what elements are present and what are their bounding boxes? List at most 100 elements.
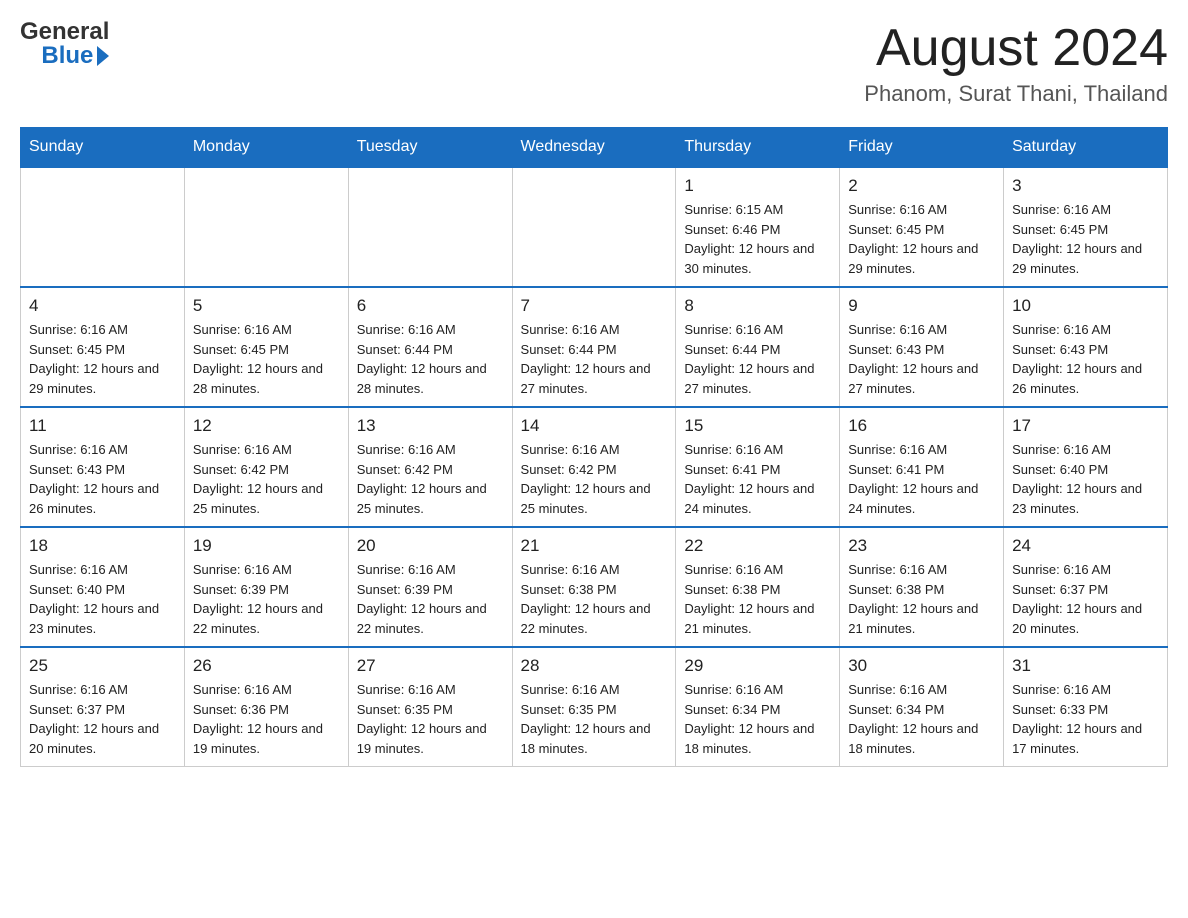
calendar-cell: 16 Sunrise: 6:16 AMSunset: 6:41 PMDayligh… [840, 407, 1004, 527]
weekday-header-row: SundayMondayTuesdayWednesdayThursdayFrid… [21, 128, 1168, 168]
calendar-cell: 3Sunrise: 6:16 AMSunset: 6:45 PMDaylight… [1004, 167, 1168, 287]
calendar-cell: 24 Sunrise: 6:16 AMSunset: 6:37 PMDayligh… [1004, 527, 1168, 647]
calendar-cell: 23 Sunrise: 6:16 AMSunset: 6:38 PMDayligh… [840, 527, 1004, 647]
calendar-cell: 12Sunrise: 6:16 AMSunset: 6:42 PMDayligh… [184, 407, 348, 527]
weekday-header: Friday [840, 128, 1004, 168]
calendar-cell: 21 Sunrise: 6:16 AMSunset: 6:38 PMDayligh… [512, 527, 676, 647]
day-info: Sunrise: 6:16 AMSunset: 6:45 PMDaylight:… [193, 320, 340, 398]
calendar-cell: 26Sunrise: 6:16 AMSunset: 6:36 PMDayligh… [184, 647, 348, 767]
logo-general: General [20, 20, 109, 44]
day-number: 18 [29, 536, 176, 556]
day-number: 21 [521, 536, 668, 556]
day-info: Sunrise: 6:16 AMSunset: 6:43 PMDaylight:… [1012, 320, 1159, 398]
calendar-cell: 2Sunrise: 6:16 AMSunset: 6:45 PMDaylight… [840, 167, 1004, 287]
title-block: August 2024 Phanom, Surat Thani, Thailan… [864, 20, 1168, 107]
calendar-cell: 11Sunrise: 6:16 AMSunset: 6:43 PMDayligh… [21, 407, 185, 527]
day-info: Sunrise: 6:16 AMSunset: 6:37 PMDaylight:… [29, 680, 176, 758]
day-info: Sunrise: 6:16 AMSunset: 6:43 PMDaylight:… [848, 320, 995, 398]
calendar-cell: 30 Sunrise: 6:16 AMSunset: 6:34 PMDayligh… [840, 647, 1004, 767]
calendar-cell: 5 Sunrise: 6:16 AMSunset: 6:45 PMDaylight… [184, 287, 348, 407]
day-number: 14 [521, 416, 668, 436]
day-info: Sunrise: 6:16 AMSunset: 6:41 PMDaylight:… [848, 440, 995, 518]
calendar-cell: 6 Sunrise: 6:16 AMSunset: 6:44 PMDaylight… [348, 287, 512, 407]
day-number: 28 [521, 656, 668, 676]
calendar-cell: 22Sunrise: 6:16 AMSunset: 6:38 PMDayligh… [676, 527, 840, 647]
logo: General Blue [20, 20, 109, 68]
day-info: Sunrise: 6:16 AMSunset: 6:40 PMDaylight:… [29, 560, 176, 638]
calendar-cell: 4 Sunrise: 6:16 AMSunset: 6:45 PMDaylight… [21, 287, 185, 407]
calendar-cell: 9 Sunrise: 6:16 AMSunset: 6:43 PMDaylight… [840, 287, 1004, 407]
weekday-header: Thursday [676, 128, 840, 168]
day-number: 23 [848, 536, 995, 556]
day-number: 20 [357, 536, 504, 556]
day-info: Sunrise: 6:16 AMSunset: 6:39 PMDaylight:… [193, 560, 340, 638]
calendar-cell: 15 Sunrise: 6:16 AMSunset: 6:41 PMDayligh… [676, 407, 840, 527]
location: Phanom, Surat Thani, Thailand [864, 81, 1168, 107]
calendar-cell [21, 167, 185, 287]
day-number: 6 [357, 296, 504, 316]
week-row: 1Sunrise: 6:15 AMSunset: 6:46 PMDaylight… [21, 167, 1168, 287]
day-number: 26 [193, 656, 340, 676]
day-info: Sunrise: 6:16 AMSunset: 6:38 PMDaylight:… [521, 560, 668, 638]
calendar-cell: 14 Sunrise: 6:16 AMSunset: 6:42 PMDayligh… [512, 407, 676, 527]
day-info: Sunrise: 6:16 AMSunset: 6:35 PMDaylight:… [357, 680, 504, 758]
calendar-cell: 25Sunrise: 6:16 AMSunset: 6:37 PMDayligh… [21, 647, 185, 767]
weekday-header: Tuesday [348, 128, 512, 168]
calendar-cell [184, 167, 348, 287]
week-row: 18 Sunrise: 6:16 AMSunset: 6:40 PMDayligh… [21, 527, 1168, 647]
day-number: 1 [684, 176, 831, 196]
day-info: Sunrise: 6:16 AMSunset: 6:42 PMDaylight:… [357, 440, 504, 518]
day-number: 15 [684, 416, 831, 436]
day-number: 30 [848, 656, 995, 676]
calendar-cell: 7Sunrise: 6:16 AMSunset: 6:44 PMDaylight… [512, 287, 676, 407]
day-info: Sunrise: 6:16 AMSunset: 6:33 PMDaylight:… [1012, 680, 1159, 758]
day-number: 17 [1012, 416, 1159, 436]
day-number: 13 [357, 416, 504, 436]
day-info: Sunrise: 6:16 AMSunset: 6:42 PMDaylight:… [521, 440, 668, 518]
page-header: General Blue August 2024 Phanom, Surat T… [20, 20, 1168, 107]
day-number: 3 [1012, 176, 1159, 196]
day-info: Sunrise: 6:16 AMSunset: 6:39 PMDaylight:… [357, 560, 504, 638]
day-info: Sunrise: 6:16 AMSunset: 6:40 PMDaylight:… [1012, 440, 1159, 518]
day-number: 22 [684, 536, 831, 556]
day-info: Sunrise: 6:16 AMSunset: 6:41 PMDaylight:… [684, 440, 831, 518]
calendar-cell [512, 167, 676, 287]
day-number: 19 [193, 536, 340, 556]
calendar-cell: 28Sunrise: 6:16 AMSunset: 6:35 PMDayligh… [512, 647, 676, 767]
calendar-cell [348, 167, 512, 287]
day-number: 9 [848, 296, 995, 316]
calendar-cell: 10 Sunrise: 6:16 AMSunset: 6:43 PMDayligh… [1004, 287, 1168, 407]
logo-text: General Blue [20, 20, 109, 68]
calendar-cell: 1Sunrise: 6:15 AMSunset: 6:46 PMDaylight… [676, 167, 840, 287]
day-number: 10 [1012, 296, 1159, 316]
day-number: 27 [357, 656, 504, 676]
day-info: Sunrise: 6:16 AMSunset: 6:44 PMDaylight:… [357, 320, 504, 398]
calendar-cell: 20 Sunrise: 6:16 AMSunset: 6:39 PMDayligh… [348, 527, 512, 647]
day-number: 12 [193, 416, 340, 436]
weekday-header: Monday [184, 128, 348, 168]
day-info: Sunrise: 6:16 AMSunset: 6:37 PMDaylight:… [1012, 560, 1159, 638]
day-info: Sunrise: 6:16 AMSunset: 6:45 PMDaylight:… [29, 320, 176, 398]
week-row: 25Sunrise: 6:16 AMSunset: 6:37 PMDayligh… [21, 647, 1168, 767]
day-info: Sunrise: 6:16 AMSunset: 6:34 PMDaylight:… [684, 680, 831, 758]
logo-blue: Blue [41, 44, 93, 68]
week-row: 4 Sunrise: 6:16 AMSunset: 6:45 PMDaylight… [21, 287, 1168, 407]
day-info: Sunrise: 6:16 AMSunset: 6:34 PMDaylight:… [848, 680, 995, 758]
day-number: 8 [684, 296, 831, 316]
weekday-header: Sunday [21, 128, 185, 168]
day-number: 24 [1012, 536, 1159, 556]
calendar-cell: 29 Sunrise: 6:16 AMSunset: 6:34 PMDayligh… [676, 647, 840, 767]
day-info: Sunrise: 6:16 AMSunset: 6:44 PMDaylight:… [684, 320, 831, 398]
day-info: Sunrise: 6:16 AMSunset: 6:38 PMDaylight:… [848, 560, 995, 638]
day-number: 11 [29, 416, 176, 436]
day-number: 29 [684, 656, 831, 676]
day-number: 16 [848, 416, 995, 436]
calendar-cell: 17 Sunrise: 6:16 AMSunset: 6:40 PMDayligh… [1004, 407, 1168, 527]
calendar: SundayMondayTuesdayWednesdayThursdayFrid… [20, 127, 1168, 767]
day-number: 5 [193, 296, 340, 316]
day-number: 4 [29, 296, 176, 316]
calendar-cell: 31 Sunrise: 6:16 AMSunset: 6:33 PMDayligh… [1004, 647, 1168, 767]
week-row: 11Sunrise: 6:16 AMSunset: 6:43 PMDayligh… [21, 407, 1168, 527]
day-info: Sunrise: 6:16 AMSunset: 6:45 PMDaylight:… [848, 200, 995, 278]
day-number: 31 [1012, 656, 1159, 676]
